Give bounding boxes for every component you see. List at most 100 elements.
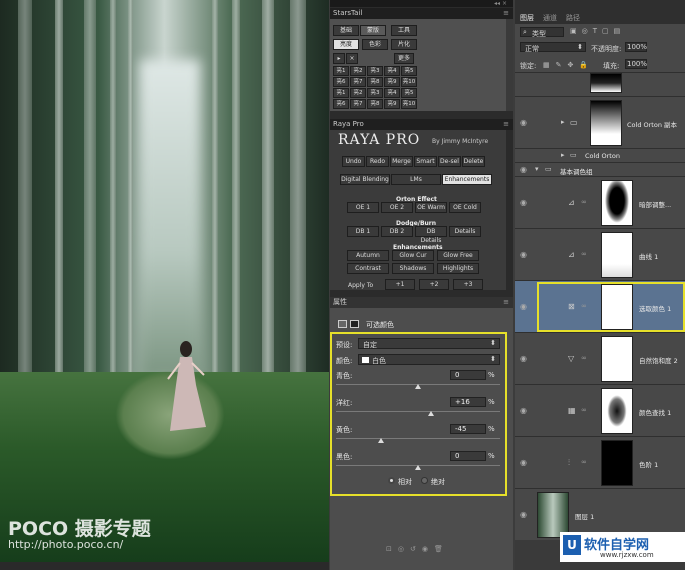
slider-value-input[interactable]: -45 [450, 424, 486, 434]
slider-value-input[interactable]: +16 [450, 397, 486, 407]
raya-button[interactable]: OE 1 [347, 202, 379, 213]
absolute-radio[interactable] [421, 477, 428, 484]
grid-button[interactable]: 亮5 [401, 66, 417, 76]
subtab-color[interactable]: 色彩 [362, 39, 388, 50]
layer-row[interactable]: ◉ ▦ ∞ 颜色查找 1 [515, 385, 685, 437]
filter-icons[interactable]: ▣◎T▢▤ [570, 27, 625, 35]
more-button[interactable]: 更多 [394, 53, 414, 64]
panel-menu-icon[interactable]: ≡ [503, 8, 509, 19]
eye-icon[interactable]: ◉ [520, 458, 527, 467]
slider-thumb[interactable] [428, 411, 435, 416]
grid-button[interactable]: 亮7 [350, 77, 366, 87]
raya-button[interactable]: Glow Free [437, 250, 479, 261]
layer-row[interactable]: ▸ ▭ Cold Orton [515, 149, 685, 163]
panel-menu-icon[interactable]: ≡ [503, 119, 509, 130]
grid-button[interactable]: 亮10 [401, 99, 417, 109]
canvas-photo[interactable]: POCO 摄影专题 http://photo.poco.cn/ [0, 0, 329, 562]
tab-basic[interactable]: 基础 [333, 25, 359, 36]
raya-button[interactable]: DB 2 [381, 226, 413, 237]
raya-button[interactable]: De-sel [438, 156, 461, 167]
tab-mask[interactable]: 蒙版 [360, 25, 386, 36]
collapse-bar[interactable]: ◂◂ × [330, 0, 513, 7]
grid-button[interactable]: 亮2 [350, 66, 366, 76]
eye-icon[interactable]: ◉ [520, 118, 527, 127]
raya-button[interactable]: +2 [419, 279, 449, 290]
tab-layers[interactable]: 图层 [520, 13, 534, 23]
starstail-scrollbar[interactable] [506, 19, 513, 111]
grid-button[interactable]: 亮8 [367, 99, 383, 109]
tab-paths[interactable]: 路径 [566, 13, 580, 23]
layer-row[interactable]: ◉ Cold Orton 副本 ▸ ▭ [515, 97, 685, 149]
layer-row[interactable]: ◉ ⊿ ∞ 曲线 1 [515, 229, 685, 281]
layer-row[interactable]: ◉ ▽ ∞ 自然饱和度 2 [515, 333, 685, 385]
grid-button[interactable]: 亮1 [333, 88, 349, 98]
slider-value-input[interactable]: 0 [450, 451, 486, 461]
grid-button[interactable]: 亮2 [350, 88, 366, 98]
slider-value-input[interactable]: 0 [450, 370, 486, 380]
relative-radio[interactable] [388, 477, 395, 484]
tab-channels[interactable]: 通道 [543, 13, 557, 23]
grid-button[interactable]: 亮4 [384, 66, 400, 76]
raya-button[interactable]: OE 2 [381, 202, 413, 213]
eye-icon[interactable]: ◉ [520, 250, 527, 259]
slider-thumb[interactable] [415, 465, 421, 470]
horizontal-scrollbar[interactable] [0, 562, 329, 570]
grid-button[interactable]: 亮7 [350, 99, 366, 109]
blend-mode-select[interactable]: 正常 ⬍ [520, 42, 586, 53]
raya-button[interactable]: Details [449, 226, 481, 237]
raya-button[interactable]: DB Details [415, 226, 447, 244]
raya-scrollbar[interactable] [506, 130, 513, 290]
eye-icon[interactable]: ◉ [520, 198, 527, 207]
raya-button[interactable]: Contrast [347, 263, 389, 274]
raya-button[interactable]: Digital Blending [340, 174, 390, 185]
layer-row[interactable]: ◉ ⊠ ∞ 选取颜色 1 [515, 281, 685, 333]
eye-icon[interactable]: ◉ [520, 354, 527, 363]
raya-button[interactable]: Redo [366, 156, 389, 167]
eye-icon[interactable]: ◉ [520, 165, 527, 174]
raya-button[interactable]: +1 [385, 279, 415, 290]
raya-button[interactable]: LMs [391, 174, 441, 185]
tab-tools[interactable]: 工具 [391, 25, 417, 36]
raya-button[interactable]: Enhancements [442, 174, 492, 185]
kind-filter[interactable]: ⌕ 类型 [520, 27, 564, 38]
slider-thumb[interactable] [415, 384, 421, 389]
raya-button[interactable]: +3 [453, 279, 483, 290]
grid-button[interactable]: 亮4 [384, 88, 400, 98]
raya-button[interactable]: Delete [462, 156, 485, 167]
grid-button[interactable]: 亮1 [333, 66, 349, 76]
subtab-luminance[interactable]: 亮度 [333, 39, 359, 50]
lock-icons[interactable]: ▦✎✥🔒 [543, 61, 594, 69]
grid-button[interactable]: 亮8 [367, 77, 383, 87]
grid-button[interactable]: 亮9 [384, 77, 400, 87]
grid-button[interactable]: 亮10 [401, 77, 417, 87]
grid-button[interactable]: 亮9 [384, 99, 400, 109]
preset-select[interactable]: 自定 ⬍ [358, 338, 500, 349]
panel-menu-icon[interactable]: ≡ [503, 297, 509, 308]
mask-icon[interactable] [350, 320, 359, 328]
fill-input[interactable]: 100% [625, 59, 647, 69]
grid-button[interactable]: 亮6 [333, 99, 349, 109]
raya-button[interactable]: Autumn [347, 250, 389, 261]
grid-button[interactable]: 亮3 [367, 88, 383, 98]
layer-row[interactable]: ◉ ▾ ▭ 基本调色组 [515, 163, 685, 177]
raya-button[interactable]: Shadows [392, 263, 434, 274]
grid-button[interactable]: 亮6 [333, 77, 349, 87]
subtab-slice[interactable]: 片化 [391, 39, 417, 50]
color-select[interactable]: 白色 ⬍ [358, 354, 500, 365]
raya-button[interactable]: Merge [390, 156, 413, 167]
layer-row[interactable]: ◉ ⊿ ∞ 暗部调整... [515, 177, 685, 229]
grid-button[interactable]: 亮5 [401, 88, 417, 98]
expand-arrow-icon[interactable]: ▾ [535, 165, 545, 175]
raya-button[interactable]: Smart [414, 156, 437, 167]
eye-icon[interactable]: ◉ [520, 510, 527, 519]
eye-icon[interactable]: ◉ [520, 406, 527, 415]
slider-thumb[interactable] [378, 438, 385, 443]
play-button[interactable]: ▸ [333, 53, 345, 64]
raya-button[interactable]: Highlights [437, 263, 479, 274]
eye-icon[interactable]: ◉ [520, 302, 527, 311]
raya-button[interactable]: Undo [342, 156, 365, 167]
opacity-input[interactable]: 100% [625, 42, 647, 52]
layer-row-partial[interactable] [515, 73, 685, 97]
layer-row[interactable]: ◉ ⫶ ∞ 色阶 1 [515, 437, 685, 489]
raya-button[interactable]: OE Warm [415, 202, 447, 213]
